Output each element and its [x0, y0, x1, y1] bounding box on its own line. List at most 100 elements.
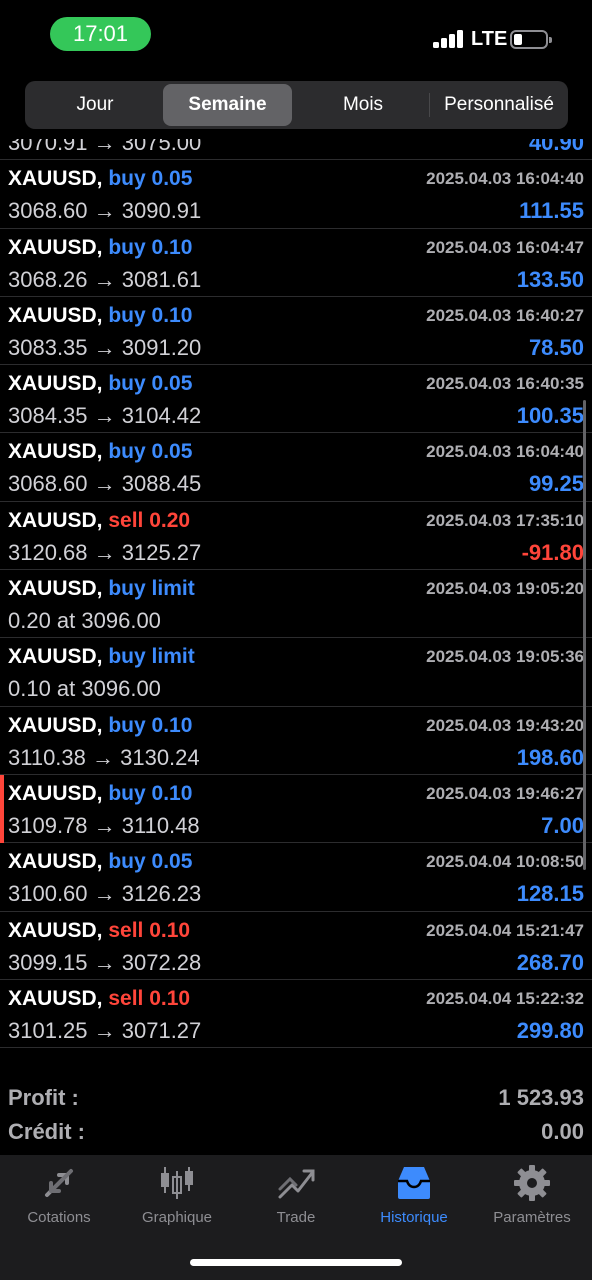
tab-label-cotations: Cotations [27, 1209, 91, 1226]
trade-symbol: XAUUSD, buy limit [8, 577, 195, 601]
symbol-text: XAUUSD, [8, 577, 103, 601]
trade-date: 2025.04.04 10:08:50 [426, 852, 584, 872]
trade-profit: 111.55 [519, 198, 584, 224]
order-type: buy 0.05 [108, 167, 193, 191]
trade-row[interactable]: XAUUSD, buy 0.10 2025.04.03 16:40:27 3083.… [0, 297, 592, 366]
trade-price: 3100.60 → 3126.23 [8, 881, 202, 907]
trade-row[interactable]: XAUUSD, buy 0.05 2025.04.03 16:04:40 3068.… [0, 160, 592, 229]
order-type: buy 0.05 [108, 440, 193, 464]
trade-row[interactable]: XAUUSD, buy limit 2025.04.03 19:05:36 0.10… [0, 638, 592, 707]
trade-price: 3109.78 → 3110.48 [8, 812, 200, 838]
profit-label: Profit : [8, 1085, 79, 1110]
trade-profit: 133.50 [516, 266, 584, 292]
order-type: buy 0.10 [108, 781, 193, 805]
tab-jour[interactable]: Jour [31, 84, 159, 126]
trade-profit: 299.80 [516, 1017, 584, 1043]
trade-row[interactable]: XAUUSD, buy limit 2025.04.03 19:05:20 0.20… [0, 570, 592, 639]
trade-symbol: XAUUSD, buy 0.10 [8, 782, 192, 806]
trade-price: 3101.25 → 3071.27 [8, 1017, 202, 1043]
profit-value: 1 523.93 [498, 1085, 584, 1110]
symbol-text: XAUUSD, [8, 440, 103, 464]
tab-label-graphique: Graphique [141, 1209, 213, 1226]
trade-symbol: XAUUSD, sell 0.10 [8, 919, 190, 943]
trade-symbol: XAUUSD, sell 0.20 [8, 509, 190, 533]
symbol-text: XAUUSD, [8, 850, 103, 874]
trade-row[interactable]: XAUUSD, buy 0.10 2025.04.03 19:46:27 3109.… [0, 774, 592, 844]
trade-price: 3068.60 → 3090.91 [8, 198, 202, 224]
trade-price: 3083.35 → 3091.20 [8, 334, 202, 360]
period-selector: Jour Semaine Mois Personnalisé [25, 81, 568, 129]
order-type: buy 0.10 [108, 235, 193, 259]
tab-cotations[interactable]: Cotations [0, 1163, 118, 1233]
trade-profit: -91.80 [521, 539, 584, 565]
trade-price: 3068.26 → 3081.61 [8, 266, 202, 292]
trade-row[interactable]: XAUUSD, sell 0.10 2025.04.04 15:22:32 3101… [0, 980, 592, 1049]
order-type: buy limit [108, 645, 195, 669]
tab-graphique[interactable]: Graphique [118, 1163, 236, 1233]
trade-date: 2025.04.03 16:04:40 [426, 442, 584, 462]
trade-row[interactable]: XAUUSD, sell 0.20 2025.04.03 17:35:10 3120… [0, 502, 592, 571]
credit-row: Crédit : 0.00 [0, 1119, 592, 1153]
symbol-text: XAUUSD, [8, 986, 103, 1010]
trend-icon [278, 1169, 315, 1199]
signal-icon [433, 30, 465, 48]
selected-marker [0, 774, 4, 843]
trade-symbol: XAUUSD, buy 0.10 [8, 714, 192, 738]
symbol-text: XAUUSD, [8, 508, 103, 532]
tab-label-parametres: Paramètres [493, 1209, 571, 1226]
trade-row[interactable]: XAUUSD, buy 0.05 2025.04.04 10:08:50 3100.… [0, 843, 592, 912]
symbol-text: XAUUSD, [8, 713, 103, 737]
trade-row[interactable]: XAUUSD, buy 0.10 2025.04.03 19:43:20 3110.… [0, 707, 592, 775]
symbol-text: XAUUSD, [8, 235, 103, 259]
summary: Profit : 1 523.93 Crédit : 0.00 [0, 1080, 592, 1155]
trade-symbol: XAUUSD, buy 0.05 [8, 440, 192, 464]
trade-row[interactable]: XAUUSD, buy 0.10 2025.04.03 16:04:47 3068.… [0, 229, 592, 297]
inbox-icon [398, 1167, 430, 1199]
trade-date: 2025.04.04 15:21:47 [426, 920, 584, 940]
tab-personnalise[interactable]: Personnalisé [433, 84, 565, 126]
trade-symbol: XAUUSD, buy 0.10 [8, 236, 192, 260]
arrows-icon [45, 1169, 73, 1197]
trade-history-list[interactable]: XAUUSD, buy 0.102025.04.03 15:56:563070.… [0, 139, 592, 1080]
trade-row[interactable]: XAUUSD, buy 0.102025.04.03 15:56:563070.… [0, 139, 592, 161]
trade-row[interactable]: XAUUSD, buy 0.05 2025.04.03 16:04:40 3068.… [0, 433, 592, 502]
trade-symbol: XAUUSD, buy 0.05 [8, 167, 192, 191]
tab-semaine[interactable]: Semaine [163, 84, 292, 126]
trade-date: 2025.04.03 19:05:36 [426, 647, 584, 667]
trade-symbol: XAUUSD, buy 0.05 [8, 850, 192, 874]
trade-price: 3068.60 → 3088.45 [8, 471, 202, 497]
trade-profit: 78.50 [528, 334, 584, 360]
tab-historique[interactable]: Historique [355, 1163, 473, 1233]
status-bar: 17:01 LTE [0, 0, 592, 72]
candlestick-icon [161, 1167, 193, 1199]
tab-parametres[interactable]: Paramètres [473, 1163, 591, 1233]
order-type: sell 0.20 [108, 508, 191, 532]
profit-row: Profit : 1 523.93 [0, 1085, 592, 1119]
trade-row[interactable]: XAUUSD, buy 0.05 2025.04.03 16:40:35 3084.… [0, 365, 592, 434]
trade-date: 2025.04.03 19:43:20 [426, 715, 584, 735]
symbol-text: XAUUSD, [8, 372, 103, 396]
trade-date: 2025.04.03 16:04:47 [426, 237, 584, 257]
trade-symbol: XAUUSD, sell 0.10 [8, 987, 190, 1011]
trade-date: 2025.04.03 19:05:20 [426, 579, 584, 599]
status-time[interactable]: 17:01 [50, 17, 151, 51]
trade-price: 3084.35 → 3104.42 [8, 403, 202, 429]
trade-price: 0.20 at 3096.00 [8, 608, 161, 634]
credit-value: 0.00 [541, 1119, 584, 1144]
symbol-text: XAUUSD, [8, 167, 103, 191]
symbol-text: XAUUSD, [8, 781, 103, 805]
tab-trade[interactable]: Trade [237, 1163, 355, 1233]
symbol-text: XAUUSD, [8, 645, 103, 669]
home-indicator[interactable] [190, 1259, 402, 1266]
tab-mois[interactable]: Mois [298, 84, 428, 126]
credit-label: Crédit : [8, 1119, 85, 1144]
trade-row[interactable]: XAUUSD, sell 0.10 2025.04.04 15:21:47 3099… [0, 912, 592, 980]
trade-date: 2025.04.03 19:46:27 [426, 783, 584, 803]
trade-symbol: XAUUSD, buy limit [8, 645, 195, 669]
scroll-indicator [583, 400, 586, 870]
order-type: buy 0.05 [108, 372, 193, 396]
trade-profit: 198.60 [516, 744, 584, 770]
order-type: buy limit [108, 577, 195, 601]
trade-profit: 40.90 [528, 139, 584, 155]
trade-date: 2025.04.03 16:04:40 [426, 169, 584, 189]
